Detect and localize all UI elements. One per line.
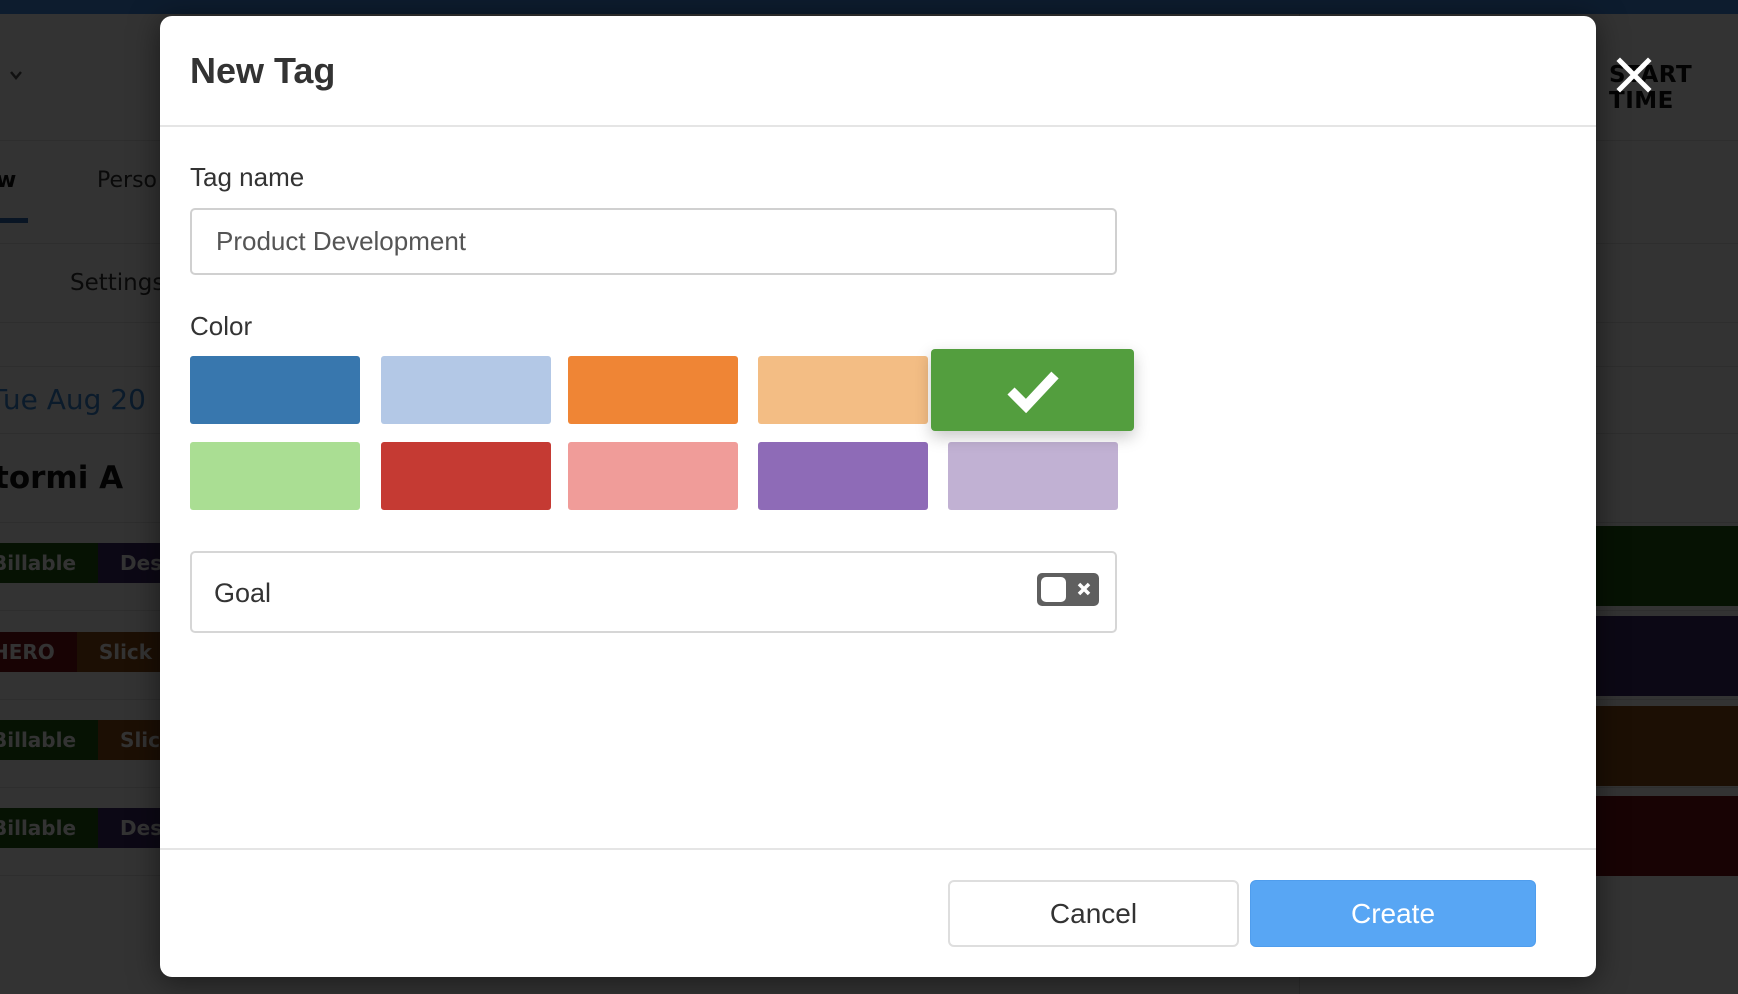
color-swatch-orange[interactable]	[568, 356, 738, 424]
modal-header: New Tag	[160, 16, 1596, 127]
color-label: Color	[190, 311, 253, 341]
color-swatch-light-orange[interactable]	[758, 356, 928, 424]
toggle-off-x-icon	[1077, 582, 1091, 596]
top-navigation-bar	[0, 0, 1738, 14]
cancel-button[interactable]: Cancel	[948, 880, 1239, 947]
color-swatch-purple[interactable]	[758, 442, 928, 510]
goal-label: Goal	[214, 578, 272, 608]
color-swatch-blue[interactable]	[190, 356, 360, 424]
close-icon[interactable]	[1616, 57, 1652, 93]
color-swatch-pink[interactable]	[568, 442, 738, 510]
color-swatch-lavender[interactable]	[948, 442, 1118, 510]
new-tag-dialog: New Tag Tag name Color Goal Cancel	[160, 16, 1596, 977]
color-swatch-green[interactable]	[931, 349, 1134, 431]
toggle-knob	[1041, 577, 1066, 602]
color-swatch-light-blue[interactable]	[381, 356, 551, 424]
modal-title: New Tag	[190, 50, 336, 91]
color-swatch-red[interactable]	[381, 442, 551, 510]
tag-name-input[interactable]	[190, 208, 1117, 275]
checkmark-icon	[1006, 371, 1059, 413]
goal-setting: Goal	[190, 551, 1117, 633]
tag-name-label: Tag name	[190, 162, 305, 192]
color-swatch-light-green[interactable]	[190, 442, 360, 510]
goal-toggle[interactable]	[1037, 573, 1099, 606]
create-button[interactable]: Create	[1250, 880, 1536, 947]
footer-divider	[160, 848, 1596, 850]
